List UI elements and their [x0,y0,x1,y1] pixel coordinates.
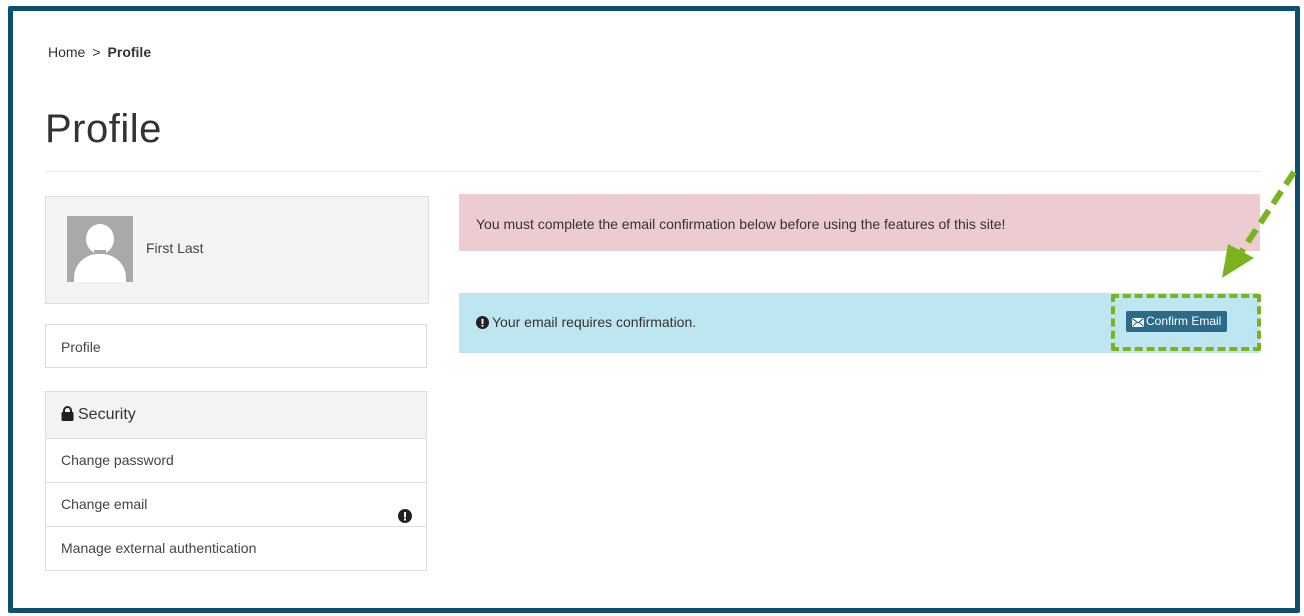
annotation-highlight-box [1111,294,1261,351]
security-heading-label: Security [78,406,136,423]
breadcrumb-home-link[interactable]: Home [48,44,85,60]
title-divider [45,171,1260,172]
info-text: Your email requires confirmation. [492,314,697,330]
sidebar-item-manage-external-auth[interactable]: Manage external authentication [46,527,426,571]
breadcrumb-current: Profile [107,44,152,60]
profile-card: First Last [45,196,429,304]
user-name: First Last [146,240,204,256]
email-confirmation-warning: You must complete the email confirmation… [459,194,1260,251]
exclamation-circle-icon [476,316,489,329]
avatar [67,216,133,282]
sidebar-item-label: Change email [61,496,148,512]
info-message: Your email requires confirmation. [476,314,696,330]
breadcrumb: Home > Profile [48,44,151,60]
security-heading: Security [46,392,426,439]
sidebar-item-change-email[interactable]: Change email [46,483,426,527]
screenshot-frame: Home > Profile Profile First Last Profile … [8,6,1300,613]
breadcrumb-separator: > [92,44,101,60]
security-panel: Security Change password Change email Ma… [45,391,427,571]
page-title: Profile [45,107,162,151]
warning-text: You must complete the email confirmation… [476,216,1006,232]
lock-icon [61,394,74,440]
sidebar-item-label: Change password [61,452,174,468]
sidebar-item-label: Manage external authentication [61,540,257,556]
annotation-arrow-icon [1222,170,1297,278]
sidebar-item-profile[interactable]: Profile [45,324,427,368]
sidebar-item-change-password[interactable]: Change password [46,439,426,483]
